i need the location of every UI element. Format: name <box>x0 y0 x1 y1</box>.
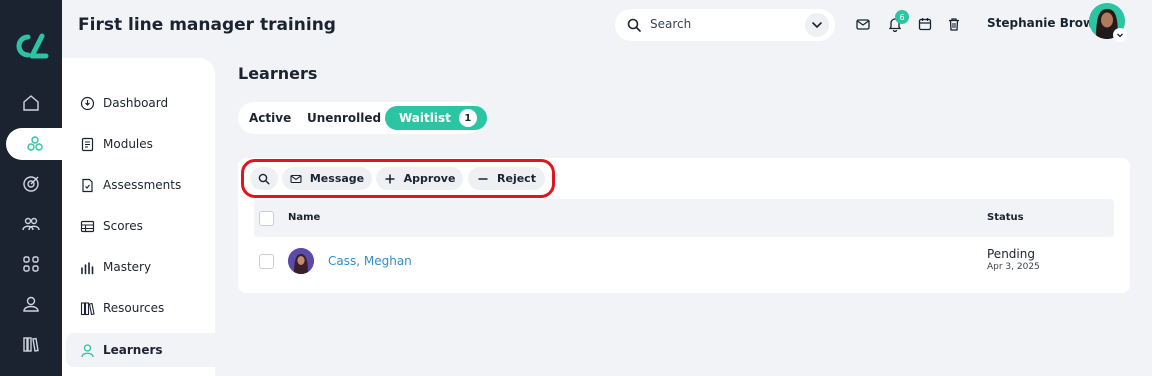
mastery-icon <box>81 261 94 274</box>
top-header: First line manager training Search 6 Ste… <box>62 0 1152 58</box>
user-name[interactable]: Stephanie Brown <box>987 16 1103 30</box>
sidebar-item-label: Resources <box>103 301 165 315</box>
modules-cubes-icon <box>27 136 43 151</box>
home-icon <box>23 95 39 111</box>
target-icon <box>23 176 39 192</box>
status-text: Pending <box>987 247 1035 261</box>
grid-icon <box>23 256 39 272</box>
rail-users[interactable] <box>0 208 62 240</box>
search-box[interactable]: Search <box>615 9 835 41</box>
tab-unenrolled[interactable]: Unenrolled <box>307 106 381 130</box>
assessments-icon <box>82 178 93 192</box>
notification-badge: 6 <box>895 10 909 24</box>
search-input[interactable]: Search <box>650 17 691 31</box>
chevron-down-icon <box>1117 33 1123 38</box>
column-header-name[interactable]: Name <box>288 212 320 223</box>
mail-icon[interactable] <box>855 16 871 32</box>
resources-icon <box>80 301 95 315</box>
library-icon <box>23 337 39 352</box>
chevron-down-icon <box>812 22 822 29</box>
learners-icon <box>81 343 94 357</box>
sidebar-item-modules[interactable]: Modules <box>66 127 215 161</box>
sidebar-item-label: Assessments <box>103 178 182 192</box>
tab-waitlist-label: Waitlist <box>399 111 451 125</box>
calendar-icon[interactable] <box>917 16 933 32</box>
sidebar-item-label: Scores <box>103 219 143 233</box>
rail-modules[interactable] <box>6 128 64 160</box>
person-icon <box>23 296 39 312</box>
status-date: Apr 3, 2025 <box>987 262 1040 272</box>
app-logo[interactable] <box>12 32 50 60</box>
sidebar-item-mastery[interactable]: Mastery <box>66 250 215 284</box>
sidebar-item-assessments[interactable]: Assessments <box>66 168 215 202</box>
dashboard-icon <box>80 96 95 110</box>
select-all-checkbox[interactable] <box>259 211 274 226</box>
sidebar-item-learners[interactable]: Learners <box>66 333 215 367</box>
search-icon <box>627 18 641 32</box>
sidebar-item-scores[interactable]: Scores <box>66 209 215 243</box>
course-sidebar: Dashboard Modules Assessments Scores Mas… <box>62 58 215 376</box>
sidebar-item-resources[interactable]: Resources <box>66 291 215 325</box>
scores-icon <box>80 220 95 232</box>
trash-icon[interactable] <box>946 16 962 32</box>
learner-name-link[interactable]: Cass, Meghan <box>328 254 412 268</box>
tab-count-badge: 1 <box>458 109 477 127</box>
course-title: First line manager training <box>78 15 336 35</box>
learner-tabs: Active Unenrolled Waitlist 1 <box>238 102 487 134</box>
sidebar-item-label: Modules <box>103 137 153 151</box>
rail-library[interactable] <box>0 328 62 360</box>
learner-avatar-portrait <box>288 248 314 274</box>
sidebar-item-label: Dashboard <box>103 96 169 110</box>
rail-goals[interactable] <box>0 168 62 200</box>
sidebar-item-label: Mastery <box>103 260 152 274</box>
sidebar-item-label: Learners <box>103 343 163 357</box>
rail-profile[interactable] <box>0 288 62 320</box>
sidebar-item-dashboard[interactable]: Dashboard <box>66 86 215 120</box>
users-icon <box>22 217 40 231</box>
column-header-status[interactable]: Status <box>987 212 1024 223</box>
table-header <box>254 199 1114 237</box>
tab-waitlist[interactable]: Waitlist 1 <box>385 106 487 130</box>
avatar <box>288 248 314 274</box>
app-rail <box>0 0 64 376</box>
tab-active[interactable]: Active <box>249 106 291 130</box>
search-scope-dropdown[interactable] <box>805 13 829 37</box>
user-menu-toggle[interactable] <box>1113 28 1127 42</box>
rail-grid[interactable] <box>0 248 62 280</box>
modules-icon <box>81 137 94 151</box>
row-checkbox[interactable] <box>259 254 274 269</box>
toolbar-highlight-annotation <box>241 159 555 198</box>
rail-home[interactable] <box>0 87 62 119</box>
page-title: Learners <box>238 64 318 83</box>
